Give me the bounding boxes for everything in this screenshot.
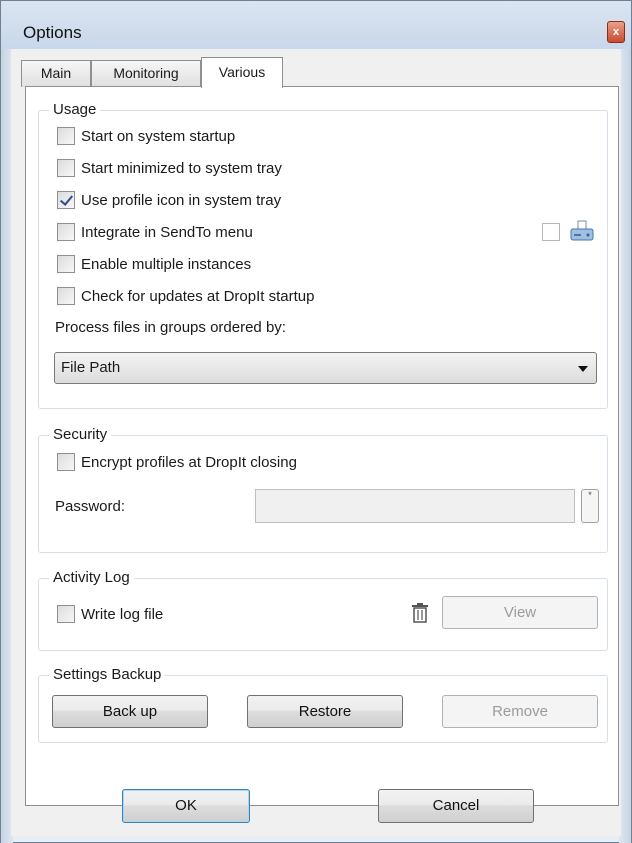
encrypt-profiles-checkbox[interactable] <box>57 453 75 471</box>
window-title: Options <box>23 23 82 42</box>
tab-monitoring[interactable]: Monitoring <box>91 60 201 87</box>
cancel-button[interactable]: Cancel <box>378 789 534 823</box>
sendto-menu-label: Integrate in SendTo menu <box>81 223 253 241</box>
check-updates-label: Check for updates at DropIt startup <box>81 287 315 305</box>
asterisk-icon: * <box>588 490 592 500</box>
profile-icon-tray-option[interactable]: Use profile icon in system tray <box>57 189 281 211</box>
view-log-button[interactable]: View <box>442 596 598 629</box>
close-icon: x <box>612 26 620 38</box>
restore-button[interactable]: Restore <box>247 695 403 728</box>
ok-button[interactable]: OK <box>122 789 250 823</box>
sendto-extra-checkbox[interactable] <box>542 223 560 241</box>
options-window: Options x Main Monitoring Various Usage … <box>0 0 632 843</box>
start-minimized-option[interactable]: Start minimized to system tray <box>57 157 282 179</box>
activity-log-group: Activity Log Write log file View <box>38 569 608 651</box>
profile-icon-tray-checkbox[interactable] <box>57 191 75 209</box>
process-files-label: Process files in groups ordered by: <box>55 319 286 336</box>
security-group-title: Security <box>49 426 112 443</box>
close-button[interactable]: x <box>607 21 625 43</box>
process-order-value: File Path <box>61 359 121 376</box>
chevron-down-icon <box>578 366 588 372</box>
dialog-client-area: Main Monitoring Various Usage Start on s… <box>11 49 621 836</box>
start-on-startup-option[interactable]: Start on system startup <box>57 125 235 147</box>
start-minimized-label: Start minimized to system tray <box>81 159 282 177</box>
password-toggle-button[interactable]: * <box>581 489 599 523</box>
start-on-startup-label: Start on system startup <box>81 127 236 145</box>
tab-panel-various: Usage Start on system startup Start mini… <box>25 86 619 806</box>
process-order-select[interactable]: File Path <box>54 352 597 384</box>
password-label: Password: <box>55 498 126 515</box>
security-group: Security Encrypt profiles at DropIt clos… <box>38 426 608 553</box>
check-updates-option[interactable]: Check for updates at DropIt startup <box>57 285 314 307</box>
start-on-startup-checkbox[interactable] <box>57 127 75 145</box>
sendto-menu-option[interactable]: Integrate in SendTo menu <box>57 221 253 243</box>
encrypt-profiles-label: Encrypt profiles at DropIt closing <box>81 453 297 471</box>
settings-backup-group: Settings Backup Back up Restore Remove <box>38 666 608 743</box>
title-bar[interactable]: Options x <box>1 1 631 49</box>
remove-backup-button[interactable]: Remove <box>442 695 598 728</box>
encrypt-profiles-option[interactable]: Encrypt profiles at DropIt closing <box>57 451 297 473</box>
multiple-instances-option[interactable]: Enable multiple instances <box>57 253 251 275</box>
backup-button[interactable]: Back up <box>52 695 208 728</box>
check-updates-checkbox[interactable] <box>57 287 75 305</box>
start-minimized-checkbox[interactable] <box>57 159 75 177</box>
write-log-label: Write log file <box>81 605 164 623</box>
drive-icon[interactable] <box>569 219 595 243</box>
password-input[interactable] <box>255 489 575 523</box>
write-log-checkbox[interactable] <box>57 605 75 623</box>
settings-backup-group-title: Settings Backup <box>49 666 166 683</box>
profile-icon-tray-label: Use profile icon in system tray <box>81 191 282 209</box>
write-log-option[interactable]: Write log file <box>57 603 163 625</box>
usage-group: Usage Start on system startup Start mini… <box>38 101 608 409</box>
trash-icon[interactable] <box>410 602 430 624</box>
sendto-menu-checkbox[interactable] <box>57 223 75 241</box>
tab-various[interactable]: Various <box>201 57 283 88</box>
tab-main[interactable]: Main <box>21 60 91 87</box>
usage-group-title: Usage <box>49 101 101 118</box>
multiple-instances-label: Enable multiple instances <box>81 255 252 273</box>
multiple-instances-checkbox[interactable] <box>57 255 75 273</box>
activity-log-group-title: Activity Log <box>49 569 134 586</box>
